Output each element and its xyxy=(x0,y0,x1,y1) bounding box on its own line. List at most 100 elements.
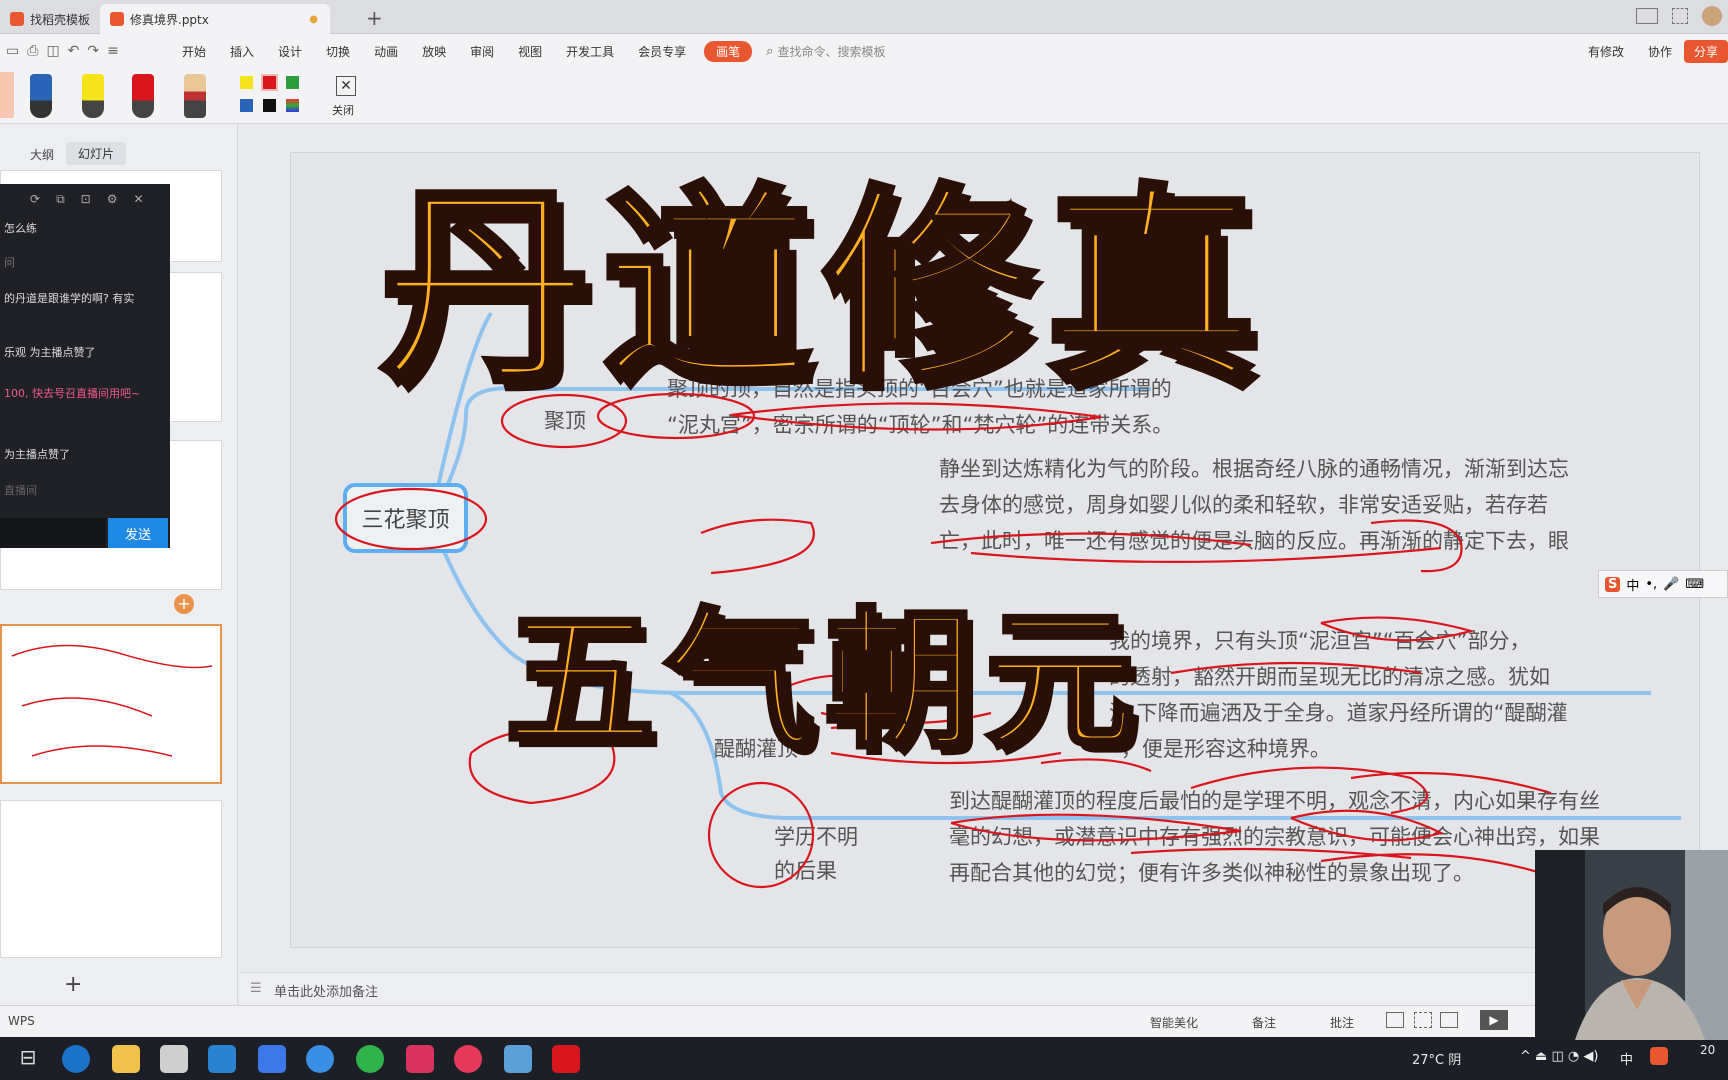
layout-icon[interactable] xyxy=(1636,8,1658,24)
photos-icon[interactable] xyxy=(504,1045,532,1073)
text-line: 毫的幻想，或潜意识中存有强烈的宗教意识，可能便会心神出窍，如果 xyxy=(949,825,1600,849)
color-blue[interactable] xyxy=(240,99,253,112)
tab-label: 修真境界.pptx xyxy=(130,12,209,27)
more-icon[interactable]: ≡ xyxy=(107,43,119,59)
beautify-button[interactable]: 智能美化 xyxy=(1150,1014,1198,1031)
has-changes-label[interactable]: 有修改 xyxy=(1576,43,1636,60)
mail-icon[interactable] xyxy=(208,1045,236,1073)
popout-icon[interactable]: ⧉ xyxy=(56,192,65,207)
text-line: 静坐到达炼精化为气的阶段。根据奇经八脉的通畅情况，渐渐到达忘 xyxy=(939,457,1569,481)
refresh-icon[interactable]: ⟳ xyxy=(30,192,40,207)
command-search[interactable]: 查找命令、搜索模板 xyxy=(773,43,897,60)
tab-document[interactable]: 修真境界.pptx ● xyxy=(100,4,330,34)
chat-message: 为主播点赞了 xyxy=(4,448,70,461)
overlay-title-sub: 五气朝元 xyxy=(503,593,1146,772)
wps-icon[interactable] xyxy=(552,1045,580,1073)
share-button[interactable]: 分享 xyxy=(1683,39,1728,63)
menu-insert[interactable]: 插入 xyxy=(218,43,266,60)
taskbar-ime[interactable]: 中 xyxy=(1620,1049,1633,1068)
add-slide-icon[interactable]: + xyxy=(174,594,194,614)
chat-input[interactable] xyxy=(0,518,106,548)
print-icon[interactable]: ⎙ xyxy=(27,43,38,59)
blue-pen-icon[interactable] xyxy=(30,74,52,118)
chat-message: 问 xyxy=(4,256,15,269)
music-icon[interactable] xyxy=(454,1045,482,1073)
wechat-icon[interactable] xyxy=(356,1045,384,1073)
chat-message: 直播间 xyxy=(4,484,37,497)
store-icon[interactable] xyxy=(160,1045,188,1073)
slide-thumbnail-selected[interactable] xyxy=(0,624,222,784)
xmind-icon[interactable] xyxy=(406,1045,434,1073)
color-black[interactable] xyxy=(263,99,276,112)
notes-input[interactable]: 单击此处添加备注 xyxy=(274,981,378,1000)
sogou-icon: S xyxy=(1605,576,1621,592)
gear-icon[interactable]: ⚙ xyxy=(107,192,118,207)
system-tray-icons[interactable]: ^ ⏏ ◫ ◔ ◀) xyxy=(1520,1049,1598,1064)
comments-toggle[interactable]: 批注 xyxy=(1330,1014,1354,1031)
color-yellow[interactable] xyxy=(240,76,253,89)
tab-slides[interactable]: 幻灯片 xyxy=(66,142,127,165)
play-icon[interactable]: ▶ xyxy=(1480,1010,1508,1030)
notes-bar: ☰ 单击此处添加备注 xyxy=(240,972,1728,1005)
notes-toggle[interactable]: 备注 xyxy=(1252,1014,1276,1031)
menu-design[interactable]: 设计 xyxy=(266,43,314,60)
file-explorer-icon[interactable] xyxy=(112,1045,140,1073)
more-colors-icon[interactable] xyxy=(286,99,299,112)
mindmap-node-xueli[interactable]: 学历不明 的后果 xyxy=(774,820,858,888)
close-icon[interactable]: ✕ xyxy=(133,192,143,207)
menu-pen[interactable]: 画笔 xyxy=(704,40,753,62)
text-line: 去身体的感觉，周身如婴儿似的柔和轻软，非常安适妥贴，若存若 xyxy=(939,493,1548,517)
mindmap-root[interactable]: 三花聚顶 xyxy=(343,483,468,553)
edge-icon[interactable] xyxy=(62,1045,90,1073)
menu-slideshow[interactable]: 放映 xyxy=(410,43,458,60)
close-pen-label[interactable]: 关闭 xyxy=(332,102,354,118)
menu-view[interactable]: 视图 xyxy=(506,43,554,60)
slide-thumbnail[interactable] xyxy=(0,800,222,958)
send-button[interactable]: 发送 xyxy=(108,518,168,548)
reading-view-icon[interactable] xyxy=(1440,1012,1458,1028)
save-icon[interactable]: ▭ xyxy=(6,43,19,59)
redo-icon[interactable]: ↷ xyxy=(87,43,99,59)
taskbar: ⊟ 27°C 阴 ^ ⏏ ◫ ◔ ◀) 中 20 xyxy=(0,1037,1728,1080)
browser-icon[interactable] xyxy=(306,1045,334,1073)
color-red[interactable] xyxy=(261,74,278,91)
tab-outline[interactable]: 大纲 xyxy=(30,146,54,163)
normal-view-icon[interactable] xyxy=(1386,1012,1404,1028)
ime-mode[interactable]: 中 xyxy=(1626,575,1639,594)
grid-icon[interactable] xyxy=(1672,8,1688,24)
feishu-icon[interactable] xyxy=(258,1045,286,1073)
ink-scribble-icon xyxy=(11,644,213,757)
menu-review[interactable]: 审阅 xyxy=(458,43,506,60)
collab-button[interactable]: 协作 xyxy=(1636,43,1684,60)
pptx-file-icon xyxy=(110,12,124,26)
punctuation-icon[interactable]: •, xyxy=(1645,577,1657,592)
new-tab-button[interactable]: + xyxy=(366,6,383,30)
search-icon: ⌕ xyxy=(766,43,774,59)
menu-transition[interactable]: 切换 xyxy=(314,43,362,60)
clock[interactable]: 20 xyxy=(1700,1043,1715,1057)
tab-templates[interactable]: 找稻壳模板 xyxy=(0,4,100,34)
undo-icon[interactable]: ↶ xyxy=(68,43,80,59)
red-pen-icon[interactable] xyxy=(132,74,154,118)
ime-toolbar[interactable]: S 中 •, 🎤 ⌨ xyxy=(1598,570,1728,598)
sorter-view-icon[interactable] xyxy=(1414,1012,1432,1028)
lock-icon[interactable]: ⊡ xyxy=(81,192,91,207)
node-line: 的后果 xyxy=(774,859,837,883)
weather-label[interactable]: 27°C 阴 xyxy=(1412,1049,1461,1068)
menu-developer[interactable]: 开发工具 xyxy=(554,43,626,60)
menu-home[interactable]: 开始 xyxy=(170,43,218,60)
keyboard-icon[interactable]: ⌨ xyxy=(1685,577,1704,592)
color-green[interactable] xyxy=(286,76,299,89)
sogou-tray-icon[interactable] xyxy=(1650,1047,1668,1065)
microphone-icon[interactable]: 🎤 xyxy=(1663,577,1679,592)
task-view-icon[interactable]: ⊟ xyxy=(14,1045,42,1073)
close-icon[interactable]: ✕ xyxy=(336,76,356,96)
menu-member[interactable]: 会员专享 xyxy=(626,43,698,60)
preview-icon[interactable]: ◫ xyxy=(46,43,59,59)
app-name: WPS xyxy=(8,1014,35,1028)
eraser-icon[interactable] xyxy=(184,74,206,118)
avatar[interactable] xyxy=(1702,6,1722,26)
menu-animation[interactable]: 动画 xyxy=(362,43,410,60)
yellow-highlighter-icon[interactable] xyxy=(82,74,104,118)
new-slide-button[interactable]: + xyxy=(64,972,82,997)
